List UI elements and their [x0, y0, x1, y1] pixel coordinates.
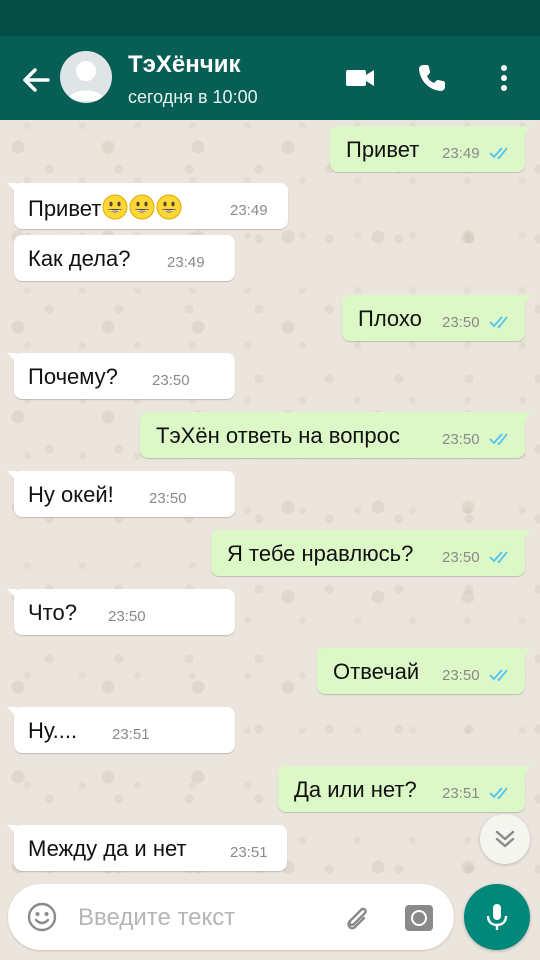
- message-time: 23:50: [442, 431, 480, 448]
- video-camera-icon[interactable]: [342, 60, 378, 96]
- message-text: Ну....: [28, 718, 78, 743]
- message-time: 23:49: [230, 202, 268, 219]
- message-incoming[interactable]: Ну окей! 23:50: [7, 471, 235, 517]
- message-outgoing[interactable]: ТэХён ответь на вопрос 23:50: [140, 412, 532, 458]
- message-time: 23:51: [112, 726, 150, 743]
- message-outgoing[interactable]: Я тебе нравлюсь? 23:50: [211, 530, 532, 576]
- double-check-icon: [489, 315, 513, 329]
- message-outgoing[interactable]: Плохо 23:50: [342, 295, 532, 341]
- avatar[interactable]: [60, 51, 112, 103]
- message-text: Что?: [28, 600, 77, 625]
- message-time: 23:49: [442, 145, 480, 162]
- message-text: Да или нет?: [294, 777, 417, 802]
- paperclip-icon[interactable]: [340, 900, 374, 934]
- more-vertical-icon[interactable]: [486, 60, 522, 96]
- back-arrow-icon[interactable]: [16, 60, 56, 100]
- double-check-icon: [489, 146, 513, 160]
- message-text: Я тебе нравлюсь?: [227, 541, 414, 566]
- message-time: 23:50: [108, 608, 146, 625]
- double-check-icon: [489, 668, 513, 682]
- double-check-icon: [489, 550, 513, 564]
- message-list[interactable]: Привет 23:49 Привет 23:49 Как дела? 23:4…: [0, 120, 540, 880]
- message-outgoing[interactable]: Привет 23:49: [330, 126, 532, 172]
- grinning-face-icon: [156, 194, 182, 220]
- message-text: Между да и нет: [28, 836, 187, 861]
- message-time: 23:50: [442, 314, 480, 331]
- message-text: Плохо: [358, 306, 422, 331]
- message-time: 23:51: [230, 844, 268, 861]
- message-time: 23:50: [442, 549, 480, 566]
- double-chevron-down-icon: [495, 830, 515, 848]
- scroll-to-bottom-button[interactable]: [480, 814, 530, 864]
- message-input[interactable]: [76, 902, 330, 934]
- message-time: 23:50: [149, 490, 187, 507]
- smiley-icon[interactable]: [26, 901, 58, 933]
- message-incoming[interactable]: Привет 23:49: [7, 183, 288, 229]
- message-incoming[interactable]: Почему? 23:50: [7, 353, 235, 399]
- message-incoming[interactable]: Как дела? 23:49: [14, 235, 235, 281]
- message-text: Ну окей!: [28, 482, 114, 507]
- status-bar: [0, 0, 540, 36]
- message-outgoing[interactable]: Да или нет? 23:51: [278, 766, 532, 812]
- camera-icon[interactable]: [402, 900, 436, 934]
- message-time: 23:49: [167, 254, 205, 271]
- message-text: Отвечай: [333, 659, 420, 684]
- microphone-icon: [486, 904, 508, 930]
- microphone-button[interactable]: [464, 884, 530, 950]
- double-check-icon: [489, 786, 513, 800]
- message-time: 23:50: [442, 667, 480, 684]
- grinning-face-icon: [102, 194, 128, 220]
- message-time: 23:51: [442, 785, 480, 802]
- grinning-face-icon: [129, 194, 155, 220]
- message-incoming[interactable]: Ну.... 23:51: [7, 707, 235, 753]
- phone-icon[interactable]: [414, 60, 450, 96]
- message-text: Привет: [346, 137, 420, 162]
- message-outgoing[interactable]: Отвечай 23:50: [317, 648, 532, 694]
- double-check-icon: [489, 432, 513, 446]
- message-text: ТэХён ответь на вопрос: [156, 423, 400, 448]
- message-incoming[interactable]: Что? 23:50: [7, 589, 235, 635]
- contact-last-seen: сегодня в 10:00: [128, 87, 258, 107]
- contact-name[interactable]: ТэХёнчик: [128, 51, 240, 79]
- message-time: 23:50: [152, 372, 190, 389]
- message-text: Почему?: [28, 364, 118, 389]
- message-text: Привет: [28, 194, 182, 222]
- message-text: Как дела?: [28, 246, 131, 271]
- message-composer: [8, 884, 454, 950]
- chat-header: ТэХёнчик сегодня в 10:00: [0, 36, 540, 120]
- message-incoming[interactable]: Между да и нет 23:51: [7, 825, 287, 871]
